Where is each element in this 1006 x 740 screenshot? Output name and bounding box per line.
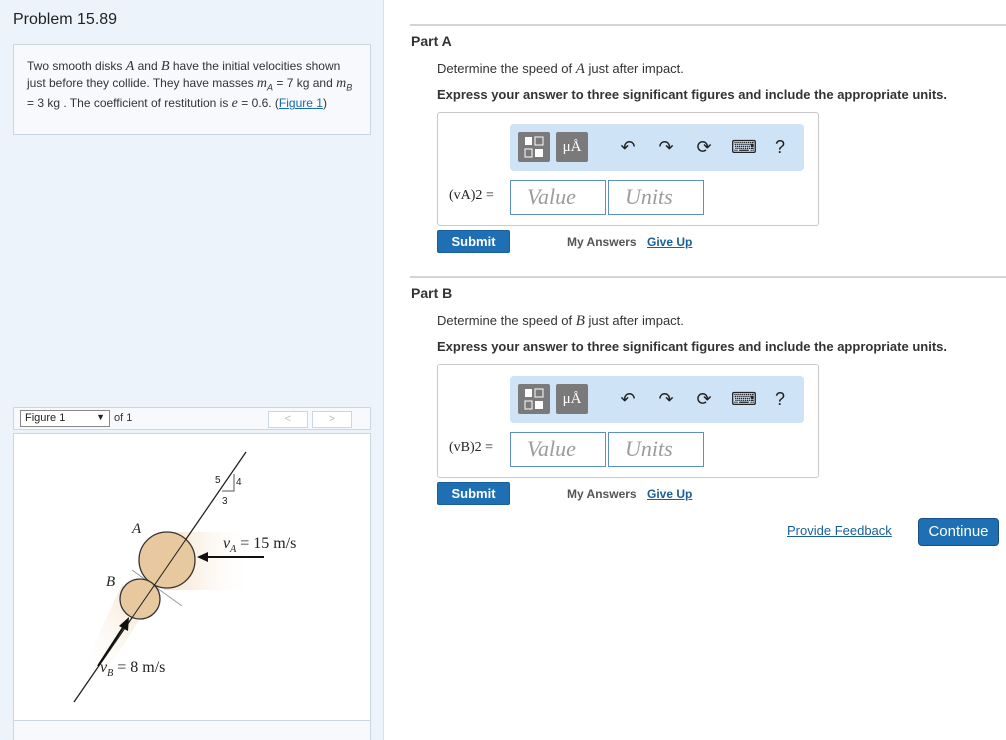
problem-statement: Two smooth disks A and B have the initia…	[13, 44, 371, 135]
figure-footer	[13, 720, 371, 740]
units-button[interactable]: μÅ	[556, 132, 588, 162]
keyboard-icon[interactable]: ⌨	[731, 387, 757, 411]
units-button[interactable]: μÅ	[556, 384, 588, 414]
slope-triangle	[222, 474, 235, 492]
disk-a	[138, 531, 196, 589]
part-b-question: Determine the speed of B just after impa…	[437, 313, 684, 329]
part-a-submit-button[interactable]: Submit	[437, 230, 510, 253]
provide-feedback-link[interactable]: Provide Feedback	[787, 523, 892, 538]
keyboard-icon[interactable]: ⌨	[731, 135, 757, 159]
part-b-title: Part B	[411, 285, 453, 301]
reset-icon[interactable]: ⟳	[693, 135, 715, 159]
disk-a-label: A	[131, 521, 142, 537]
figure-count: of 1	[114, 412, 133, 424]
part-a-title: Part A	[411, 33, 452, 49]
problem-panel: Problem 15.89 Two smooth disks A and B h…	[0, 0, 384, 740]
equation-toolbar: μÅ ↶ ↷ ⟳ ⌨ ?	[510, 124, 804, 171]
part-a-answer-box: μÅ ↶ ↷ ⟳ ⌨ ? (vA)2 = Value Units	[437, 112, 819, 226]
figure-select[interactable]: Figure 1 ▼	[20, 410, 110, 427]
figure-link[interactable]: Figure 1	[279, 96, 323, 110]
undo-icon[interactable]: ↶	[617, 387, 639, 411]
part-a-give-up[interactable]: Give Up	[647, 235, 692, 249]
part-b-value-input[interactable]: Value	[510, 432, 606, 467]
part-b-units-input[interactable]: Units	[608, 432, 704, 467]
disk-b-label: B	[106, 574, 115, 590]
figure-navigation: Figure 1 ▼ of 1 < >	[13, 407, 371, 430]
next-figure-button[interactable]: >	[312, 411, 352, 428]
collision-diagram: 5 4 3 A B vA = 15 m/s vB = 8 m/s	[73, 451, 296, 703]
slope-label-3: 3	[222, 496, 228, 507]
slope-label-4: 4	[236, 477, 242, 488]
part-a-value-input[interactable]: Value	[510, 180, 606, 215]
part-a-my-answers[interactable]: My Answers	[567, 235, 637, 249]
part-b-variable-label: (vB)2 =	[449, 440, 494, 455]
templates-icon	[524, 388, 544, 410]
continue-button[interactable]: Continue	[918, 518, 999, 546]
part-a-variable-label: (vA)2 =	[449, 188, 494, 203]
divider	[410, 24, 1006, 26]
problem-title: Problem 15.89	[13, 11, 118, 28]
slope-label-5: 5	[215, 475, 221, 486]
redo-icon[interactable]: ↷	[655, 135, 677, 159]
redo-icon[interactable]: ↷	[655, 387, 677, 411]
part-a-units-input[interactable]: Units	[608, 180, 704, 215]
help-icon[interactable]: ?	[769, 387, 791, 411]
part-a-instruction: Express your answer to three significant…	[437, 87, 947, 102]
reset-icon[interactable]: ⟳	[693, 387, 715, 411]
templates-button[interactable]	[518, 132, 550, 162]
figure-image: 5 4 3 A B vA = 15 m/s vB = 8 m/s	[13, 433, 371, 723]
equation-toolbar: μÅ ↶ ↷ ⟳ ⌨ ?	[510, 376, 804, 423]
chevron-down-icon: ▼	[96, 412, 105, 422]
prev-figure-button[interactable]: <	[268, 411, 308, 428]
part-b-instruction: Express your answer to three significant…	[437, 339, 947, 354]
part-b-submit-button[interactable]: Submit	[437, 482, 510, 505]
part-b-answer-box: μÅ ↶ ↷ ⟳ ⌨ ? (vB)2 = Value Units	[437, 364, 819, 478]
templates-icon	[524, 136, 544, 158]
divider	[410, 276, 1006, 278]
part-b-my-answers[interactable]: My Answers	[567, 487, 637, 501]
templates-button[interactable]	[518, 384, 550, 414]
part-b-give-up[interactable]: Give Up	[647, 487, 692, 501]
undo-icon[interactable]: ↶	[617, 135, 639, 159]
part-a-question: Determine the speed of A just after impa…	[437, 61, 684, 77]
help-icon[interactable]: ?	[769, 135, 791, 159]
